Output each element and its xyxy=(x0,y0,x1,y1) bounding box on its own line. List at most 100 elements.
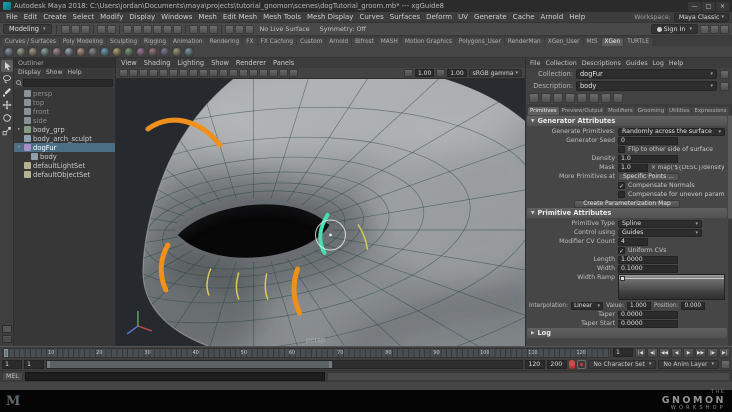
viewport-menu-renderer[interactable]: Renderer xyxy=(236,59,266,67)
shelf-tab-arnold[interactable]: Arnold xyxy=(326,38,352,46)
next-key-button[interactable]: ▶▶ xyxy=(695,347,706,358)
make-live-icon[interactable] xyxy=(172,24,182,34)
shelf-tab-curves-surfaces[interactable]: Curves / Surfaces xyxy=(2,38,59,46)
menu-arnold[interactable]: Arnold xyxy=(538,13,567,21)
close-button[interactable]: × xyxy=(716,1,729,11)
minimize-button[interactable]: — xyxy=(688,1,701,11)
expand-arrow-icon[interactable]: ▸ xyxy=(16,127,22,132)
interpolation-dropdown[interactable]: Linear ▾ xyxy=(571,301,604,310)
outliner-item-body-arch-sculpt[interactable]: body_arch_sculpt xyxy=(14,134,115,143)
step-fwd-button[interactable]: |▶ xyxy=(707,347,718,358)
more-primitives-button[interactable]: Specific Points ... xyxy=(618,172,679,181)
textured-icon[interactable] xyxy=(289,69,298,77)
xgen-menu-file[interactable]: File xyxy=(530,60,541,67)
sign-in-button[interactable]: Sign In ▾ xyxy=(650,24,698,34)
menu-curves[interactable]: Curves xyxy=(356,13,386,21)
snap-grid-icon[interactable] xyxy=(122,24,132,34)
menu-select[interactable]: Select xyxy=(70,13,98,21)
shelf-tool-icon[interactable] xyxy=(39,46,50,57)
viewport-canvas-svg[interactable]: persp xyxy=(116,79,525,346)
menu-edit-mesh[interactable]: Edit Mesh xyxy=(220,13,260,21)
flip-checkbox[interactable] xyxy=(618,146,625,153)
viewport-menu-view[interactable]: View xyxy=(121,59,137,67)
paint-select-tool[interactable] xyxy=(1,86,13,98)
current-time-indicator[interactable] xyxy=(4,348,8,357)
move-tool[interactable] xyxy=(1,99,13,111)
attach-description-icon[interactable] xyxy=(589,93,599,103)
xgen-menu-collection[interactable]: Collection xyxy=(546,60,577,67)
uneven-parameterization-checkbox[interactable] xyxy=(618,191,625,198)
command-line-input[interactable] xyxy=(24,371,325,381)
outliner-menu-show[interactable]: Show xyxy=(46,69,63,76)
tool-settings-icon[interactable] xyxy=(710,24,719,34)
viewport-menu-panels[interactable]: Panels xyxy=(273,59,294,67)
outliner-item-defaultlightset[interactable]: defaultLightSet xyxy=(14,161,115,170)
character-set-dropdown[interactable]: No Character Set ▾ xyxy=(588,359,657,369)
camera-attributes-icon[interactable] xyxy=(139,69,148,77)
viewport-menu-lighting[interactable]: Lighting xyxy=(177,59,204,67)
range-slider[interactable] xyxy=(46,359,524,369)
scrollbar-thumb[interactable] xyxy=(728,115,732,219)
outliner-item-body-grp[interactable]: ▸ body_grp xyxy=(14,125,115,134)
export-collection-icon[interactable] xyxy=(565,93,575,103)
outliner-item-top[interactable]: top xyxy=(14,98,115,107)
grease-pencil-icon[interactable] xyxy=(179,69,188,77)
generator-attributes-header[interactable]: ▼ Generator Attributes xyxy=(527,116,727,126)
outliner-item-body[interactable]: body xyxy=(14,152,115,161)
shelf-tab-motion-graphics[interactable]: Motion Graphics xyxy=(401,38,455,46)
length-input[interactable]: 1.0000 xyxy=(618,255,678,264)
symmetry-indicator[interactable]: Symmetry: Off xyxy=(316,25,370,33)
description-dropdown[interactable]: body ▾ xyxy=(576,81,717,91)
field-chart-icon[interactable] xyxy=(229,69,238,77)
xgen-tab-preview-output[interactable]: Preview/Output xyxy=(559,107,606,115)
wireframe-on-shaded-icon[interactable] xyxy=(279,69,288,77)
shelf-tab-rigging[interactable]: Rigging xyxy=(141,38,170,46)
xgen-menu-descriptions[interactable]: Descriptions xyxy=(582,60,621,67)
step-back-button[interactable]: ◀| xyxy=(647,347,658,358)
taper-input[interactable]: 0.0000 xyxy=(618,310,678,319)
color-space-dropdown[interactable]: sRGB gamma ▾ xyxy=(468,69,522,77)
shelf-tab-fx-caching[interactable]: FX Caching xyxy=(257,38,297,46)
outliner-item-defaultobjectset[interactable]: defaultObjectSet xyxy=(14,170,115,179)
shelf-tab-animation[interactable]: Animation xyxy=(170,38,206,46)
animation-preferences-icon[interactable] xyxy=(721,359,730,369)
shelf-tab-turtle[interactable]: TURTLE xyxy=(624,38,653,46)
shelf-tab-bifrost[interactable]: Bifrost xyxy=(352,38,377,46)
play-fwd-button[interactable]: ▶ xyxy=(683,347,694,358)
current-frame-field[interactable]: 1 xyxy=(613,348,633,357)
cv-count-input[interactable]: 4 xyxy=(618,237,648,246)
shelf-tool-icon[interactable] xyxy=(147,46,158,57)
shelf-tool-icon[interactable] xyxy=(123,46,134,57)
snap-view-plane-icon[interactable] xyxy=(162,24,172,34)
exposure-icon[interactable] xyxy=(403,69,413,77)
shelf-tool-icon[interactable] xyxy=(111,46,122,57)
update-preview-icon[interactable] xyxy=(601,93,611,103)
camera-select-icon[interactable] xyxy=(119,69,128,77)
render-settings-icon[interactable] xyxy=(244,24,254,34)
maximize-button[interactable]: □ xyxy=(702,1,715,11)
menu-windows[interactable]: Windows xyxy=(158,13,195,21)
live-surface-indicator[interactable]: No Live Surface xyxy=(256,25,314,33)
shelf-tab-polygons-user[interactable]: Polygons_User xyxy=(455,38,504,46)
xgen-scrollbar[interactable] xyxy=(728,115,732,346)
prev-key-button[interactable]: ◀◀ xyxy=(659,347,670,358)
outliner-item-dogfur[interactable]: ▾ dogFur xyxy=(14,143,115,152)
menu-help[interactable]: Help xyxy=(566,13,588,21)
log-section-header[interactable]: ▶ Log xyxy=(527,328,727,338)
shelf-tab-fx[interactable]: FX xyxy=(243,38,257,46)
create-collection-icon[interactable] xyxy=(720,69,729,79)
taper-start-input[interactable]: 0.0000 xyxy=(618,319,678,328)
go-end-button[interactable]: ▶| xyxy=(719,347,730,358)
shelf-tab-xgen-user[interactable]: XGen_User xyxy=(544,38,583,46)
shelf-tool-icon[interactable] xyxy=(183,46,194,57)
shelf-tab-xgen[interactable]: XGen xyxy=(601,38,624,46)
render-current-frame-icon[interactable] xyxy=(224,24,234,34)
new-scene-icon[interactable] xyxy=(60,24,70,34)
single-pane-layout-icon[interactable] xyxy=(1,325,12,333)
xgen-menu-help[interactable]: Help xyxy=(669,60,683,67)
generate-primitives-dropdown[interactable]: Randomly across the surface ▾ xyxy=(618,127,725,136)
channel-box-icon[interactable] xyxy=(720,24,729,34)
play-back-button[interactable]: ◀ xyxy=(671,347,682,358)
outliner-menu-display[interactable]: Display xyxy=(18,69,41,76)
outliner-item-persp[interactable]: persp xyxy=(14,89,115,98)
